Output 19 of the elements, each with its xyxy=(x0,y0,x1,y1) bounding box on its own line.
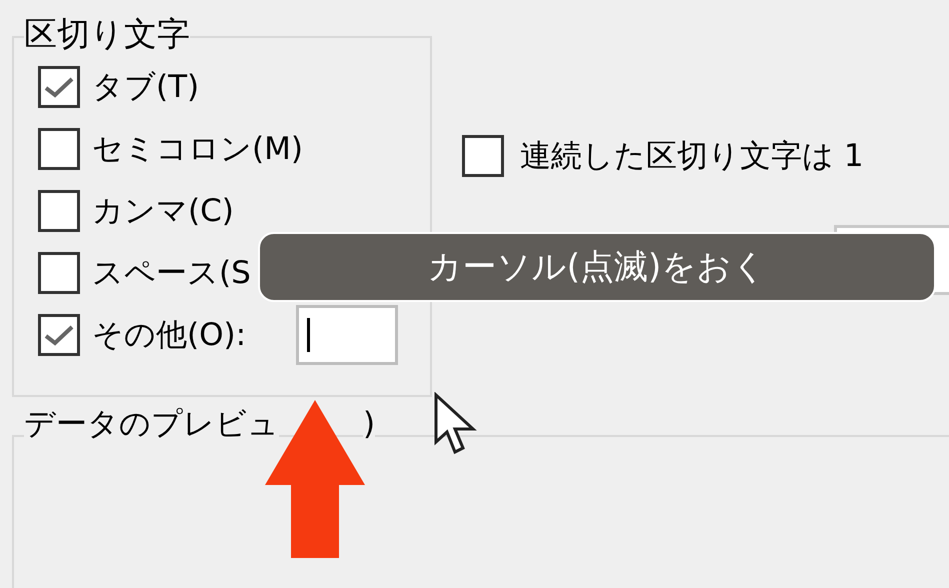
option-label: カンマ(C) xyxy=(92,192,234,231)
option-label: その他(O): xyxy=(92,316,246,355)
checkbox[interactable] xyxy=(38,314,80,356)
checkbox[interactable] xyxy=(462,135,504,178)
tooltip: カーソル(点滅)をおく xyxy=(258,232,936,302)
option-label: タブ(T) xyxy=(92,68,200,107)
text-caret xyxy=(307,318,310,352)
option-label: 連続した区切り文字は 1 xyxy=(520,137,864,176)
check-icon xyxy=(44,76,74,98)
checkbox[interactable] xyxy=(38,190,80,232)
group-title: 区切り文字 xyxy=(24,14,190,53)
check-icon xyxy=(44,324,74,346)
checkbox[interactable] xyxy=(38,128,80,170)
option-label: セミコロン(M) xyxy=(92,130,303,169)
option-label: スペース(S xyxy=(92,254,251,293)
input-field[interactable] xyxy=(296,305,398,365)
mouse-pointer-icon xyxy=(433,392,477,456)
checkbox[interactable] xyxy=(38,252,80,294)
checkbox[interactable] xyxy=(38,66,80,108)
